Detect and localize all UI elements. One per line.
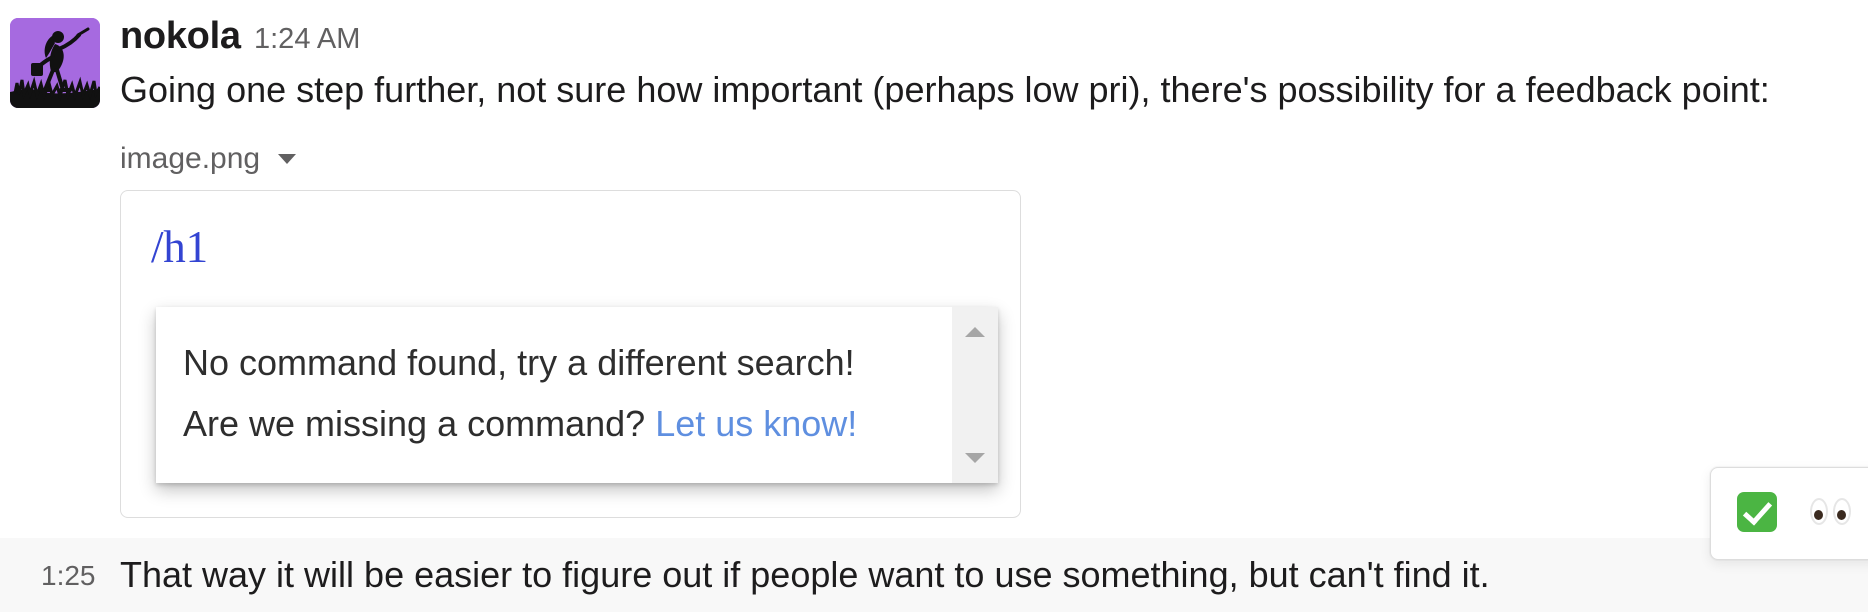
check-mark-icon	[1737, 492, 1777, 532]
missing-command-prefix: Are we missing a command?	[183, 403, 656, 444]
popup-scrollbar[interactable]	[952, 307, 998, 483]
chevron-down-icon[interactable]	[278, 154, 297, 164]
left-pupil	[1814, 510, 1823, 520]
message-author[interactable]: nokola	[120, 15, 241, 58]
followup-message-row: 1:25 That way it will be easier to figur…	[0, 538, 1868, 612]
image-attachment-preview[interactable]: /h1 No command found, try a different se…	[120, 190, 1021, 518]
right-pupil	[1837, 510, 1846, 520]
message-timestamp[interactable]: 1:24 AM	[254, 23, 360, 56]
chevron-up-icon[interactable]	[965, 327, 985, 337]
attachment-header[interactable]: image.png	[120, 139, 297, 179]
followup-timestamp[interactable]: 1:25	[41, 560, 96, 592]
command-preview-text: /h1	[151, 222, 208, 272]
white-check-mark-reaction-button[interactable]	[1731, 486, 1783, 538]
user-avatar[interactable]	[10, 18, 100, 108]
eyes-icon	[1809, 497, 1853, 527]
command-suggestion-popup: No command found, try a different search…	[156, 307, 998, 483]
left-eye-icon	[1810, 498, 1828, 525]
missing-command-message: Are we missing a command? Let us know!	[183, 403, 857, 445]
message-row: nokola 1:24 AM Going one step further, n…	[0, 0, 1868, 538]
user-avatar-icon	[10, 18, 100, 108]
chevron-down-icon[interactable]	[965, 453, 985, 463]
reaction-toolbar	[1710, 467, 1868, 560]
eyes-reaction-button[interactable]	[1805, 486, 1857, 538]
attachment-filename[interactable]: image.png	[120, 142, 260, 176]
message-text: Going one step further, not sure how imp…	[120, 69, 1770, 110]
no-command-message: No command found, try a different search…	[183, 342, 855, 383]
right-eye-icon	[1833, 498, 1851, 525]
feedback-link[interactable]: Let us know!	[655, 403, 857, 444]
followup-message-text: That way it will be easier to figure out…	[120, 554, 1490, 595]
